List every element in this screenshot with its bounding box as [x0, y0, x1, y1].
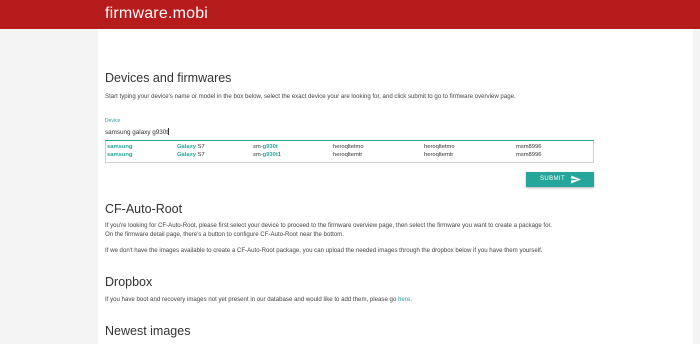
- cfautoroot-para2: If we don't have the images available to…: [105, 247, 543, 254]
- option-brand: samsung: [107, 152, 133, 158]
- option-device-name: Galaxy S7: [177, 152, 205, 158]
- device-search-input[interactable]: samsung galaxy g930t: [105, 128, 594, 138]
- option-model: sm-g930t: [253, 144, 278, 150]
- cfautoroot-para-line2: On the firmware detail page, there's a b…: [105, 231, 344, 238]
- option-brand: samsung: [107, 144, 133, 150]
- option-codename: heroqltemtr: [333, 152, 363, 158]
- submit-button[interactable]: SUBMIT: [526, 172, 594, 187]
- newest-images-heading: Newest images: [105, 324, 191, 338]
- dropbox-here-link[interactable]: here: [398, 296, 410, 303]
- top-bar: firmware.mobi: [0, 0, 700, 29]
- option-chipset: msm8996: [516, 144, 542, 150]
- send-icon: [571, 175, 581, 184]
- option-codename: heroqltetmo: [333, 144, 364, 150]
- dropbox-heading: Dropbox: [105, 275, 153, 289]
- option-codename-alt: heroqltetmo: [424, 144, 455, 150]
- submit-label: SUBMIT: [540, 176, 566, 182]
- dropbox-text: If you have boot and recovery images not…: [105, 296, 412, 303]
- option-model: sm-g930t1: [253, 152, 282, 158]
- option-device-name: Galaxy S7: [177, 144, 205, 150]
- option-codename-alt: heroqltemtr: [424, 152, 454, 158]
- cfautoroot-heading: CF-Auto-Root: [105, 202, 183, 216]
- cfautoroot-para-line1: If you're looking for CF-Auto-Root, plea…: [105, 222, 552, 229]
- option-chipset: msm8996: [516, 152, 542, 158]
- autocomplete-dropdown: samsung Galaxy S7 sm-g930t heroqltetmo h…: [105, 141, 594, 163]
- autocomplete-option-g930t1[interactable]: samsung Galaxy S7 sm-g930t1 heroqltemtr …: [106, 152, 593, 161]
- devices-intro: Start typing your device's name or model…: [105, 93, 516, 100]
- devices-heading: Devices and firmwares: [105, 71, 232, 85]
- device-field-label: Device: [105, 118, 121, 124]
- brand-logo-link[interactable]: firmware.mobi: [105, 5, 208, 23]
